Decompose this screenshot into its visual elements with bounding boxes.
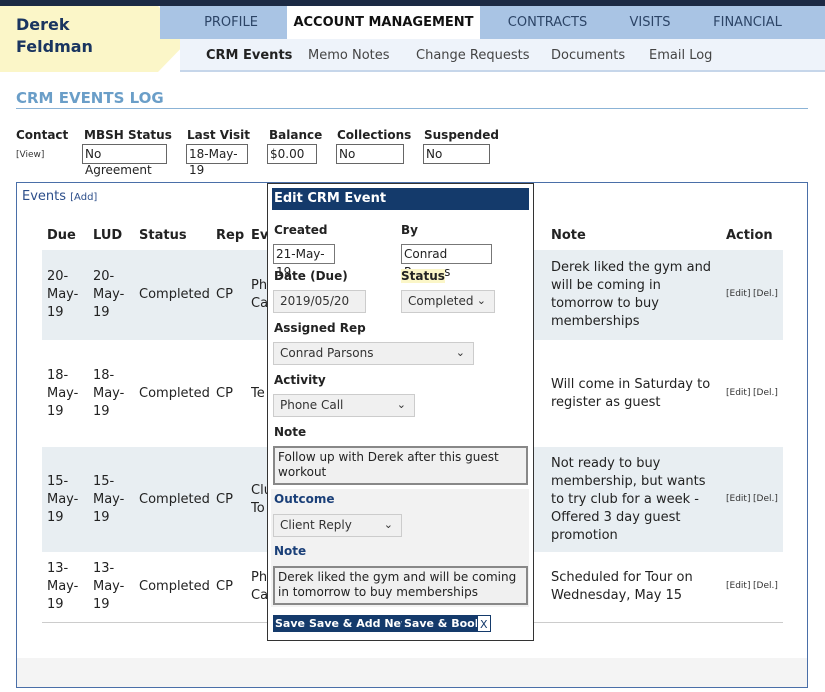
- status-cell: Completed: [139, 287, 210, 302]
- rep-cell: CP: [216, 491, 233, 507]
- chevron-down-icon: ⌄: [455, 346, 465, 359]
- collections-label: Collections: [337, 128, 412, 142]
- save-add-new-button[interactable]: Save & Add New: [307, 615, 414, 632]
- note-cell: Will come in Saturday to register as gue…: [551, 376, 711, 410]
- outcome-note-label: Note: [274, 544, 307, 558]
- delete-link[interactable]: [Del.]: [753, 289, 778, 299]
- outcome-label: Outcome: [274, 492, 335, 506]
- activity-label: Activity: [274, 373, 326, 387]
- date-due-input[interactable]: 2019/05/20: [273, 290, 366, 313]
- lud-cell: 13-May-19: [93, 561, 125, 612]
- date-due-label: Date (Due): [274, 269, 348, 283]
- close-button[interactable]: X: [477, 615, 491, 632]
- chevron-down-icon: ⌄: [396, 398, 406, 411]
- rep-cell: CP: [216, 579, 233, 594]
- rep-cell: CP: [216, 287, 233, 302]
- dialog-title: Edit CRM Event: [272, 188, 529, 210]
- status-cell: Completed: [139, 491, 210, 507]
- page-title: CRM EVENTS LOG: [16, 89, 164, 107]
- note-textarea[interactable]: Follow up with Derek after this guest wo…: [273, 446, 528, 485]
- assigned-rep-label: Assigned Rep: [274, 321, 366, 335]
- edit-link[interactable]: [Edit]: [726, 494, 750, 504]
- last-visit-label: Last Visit: [187, 128, 250, 142]
- last-name: Feldman: [16, 37, 93, 56]
- header-status: Status: [139, 228, 187, 243]
- created-label: Created: [274, 223, 328, 237]
- lud-cell: 18-May-19: [93, 367, 125, 419]
- tab-profile[interactable]: PROFILE: [187, 6, 275, 39]
- edit-link[interactable]: [Edit]: [726, 388, 750, 398]
- activity-select[interactable]: Phone Call ⌄: [273, 394, 415, 417]
- header-rep: Rep: [216, 228, 245, 243]
- outcome-value: Client Reply: [280, 518, 352, 532]
- due-cell: 18-May-19: [47, 367, 79, 419]
- assigned-rep-select[interactable]: Conrad Parsons ⌄: [273, 342, 474, 365]
- last-visit-field: 18-May-19: [186, 144, 248, 177]
- save-book-button[interactable]: Save & Book: [402, 615, 485, 632]
- header-due: Due: [47, 228, 76, 243]
- by-field: Conrad Parsons: [401, 244, 492, 279]
- collections-field: No: [336, 144, 404, 164]
- note-cell: Derek liked the gym and will be coming i…: [551, 260, 712, 329]
- chevron-down-icon: ⌄: [383, 518, 393, 531]
- tab-visits[interactable]: VISITS: [620, 6, 680, 39]
- note-cell: Not ready to buy membership, but wants t…: [551, 455, 706, 543]
- suspended-field: No: [423, 144, 490, 164]
- balance-field: $0.00: [267, 144, 317, 164]
- assigned-rep-value: Conrad Parsons: [280, 346, 374, 360]
- events-footer: [17, 658, 807, 687]
- activity-value: Phone Call: [280, 398, 344, 412]
- lud-cell: 15-May-19: [93, 473, 125, 525]
- divider: [16, 108, 808, 109]
- events-title: Events: [22, 189, 67, 204]
- due-cell: 20-May-19: [47, 269, 79, 320]
- contact-label: Contact: [16, 128, 69, 142]
- view-contact-link[interactable]: [View]: [16, 150, 44, 160]
- header-note: Note: [551, 228, 586, 243]
- created-field: 21-May-19: [273, 244, 335, 279]
- lud-cell: 20-May-19: [93, 269, 125, 320]
- mbsh-label: MBSH Status: [84, 128, 172, 142]
- header-action: Action: [726, 228, 773, 243]
- main-tabs: PROFILE ACCOUNT MANAGEMENT CONTRACTS VIS…: [160, 6, 825, 39]
- note-cell: Scheduled for Tour on Wednesday, May 15: [551, 570, 693, 603]
- events-label: Events [Add]: [22, 189, 97, 204]
- tab-financial[interactable]: FINANCIAL: [705, 6, 790, 39]
- sub-tabs: CRM Events Memo Notes Change Requests Do…: [180, 39, 825, 72]
- delete-link[interactable]: [Del.]: [753, 388, 778, 398]
- edit-link[interactable]: [Edit]: [726, 581, 750, 591]
- note-label: Note: [274, 425, 307, 439]
- outcome-select[interactable]: Client Reply ⌄: [273, 514, 402, 537]
- header-event: Ev: [251, 228, 269, 243]
- balance-label: Balance: [269, 128, 323, 142]
- status-value: Completed: [408, 294, 474, 308]
- rep-cell: CP: [216, 385, 233, 401]
- date-due-value: 2019/05/20: [280, 294, 350, 308]
- header-lud: LUD: [93, 228, 123, 243]
- status-cell: Completed: [139, 385, 210, 401]
- status-cell: Completed: [139, 579, 210, 594]
- subtab-crm-events[interactable]: CRM Events: [206, 39, 292, 72]
- suspended-label: Suspended: [424, 128, 499, 142]
- delete-link[interactable]: [Del.]: [753, 494, 778, 504]
- tab-contracts[interactable]: CONTRACTS: [500, 6, 595, 39]
- add-event-link[interactable]: [Add]: [70, 192, 97, 203]
- mbsh-field: No Agreement: [82, 144, 167, 177]
- tab-account-management[interactable]: ACCOUNT MANAGEMENT: [287, 6, 480, 39]
- by-label: By: [401, 223, 418, 237]
- status-label: Status: [401, 269, 445, 283]
- subtab-email-log[interactable]: Email Log: [649, 39, 712, 72]
- status-select[interactable]: Completed ⌄: [401, 290, 495, 313]
- subtab-documents[interactable]: Documents: [551, 39, 625, 72]
- save-button[interactable]: Save: [273, 615, 307, 632]
- due-cell: 15-May-19: [47, 473, 79, 525]
- edit-link[interactable]: [Edit]: [726, 289, 750, 299]
- delete-link[interactable]: [Del.]: [753, 581, 778, 591]
- first-name: Derek: [16, 15, 70, 34]
- due-cell: 13-May-19: [47, 561, 79, 612]
- chevron-down-icon: ⌄: [476, 294, 486, 307]
- subtab-change-requests[interactable]: Change Requests: [416, 39, 529, 72]
- outcome-note-textarea[interactable]: Derek liked the gym and will be coming i…: [273, 566, 528, 605]
- subtab-memo-notes[interactable]: Memo Notes: [308, 39, 390, 72]
